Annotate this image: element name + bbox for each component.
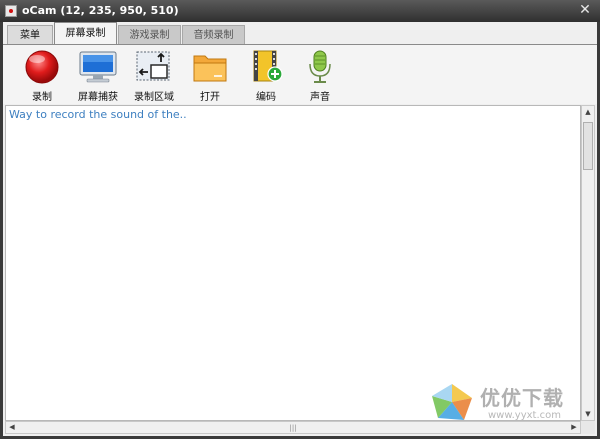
- scroll-down-icon[interactable]: ▼: [582, 408, 594, 420]
- open-label: 打开: [200, 92, 220, 103]
- screen-capture-label: 屏幕捕获: [78, 92, 118, 103]
- tab-game-record[interactable]: 游戏录制: [118, 25, 181, 44]
- toolbar: 录制 屏幕捕获 录制区域 打开 编码 声音: [3, 44, 597, 104]
- window-title: oCam (12, 235, 950, 510): [22, 4, 179, 17]
- sound-button[interactable]: 声音: [291, 48, 349, 103]
- log-text: Way to record the sound of the..: [9, 108, 187, 121]
- record-button[interactable]: 录制: [13, 48, 71, 103]
- watermark-logo-icon: [432, 384, 472, 420]
- tab-bar: 菜单 屏幕录制 游戏录制 音频录制: [5, 22, 595, 44]
- record-region-label: 录制区域: [134, 92, 174, 103]
- scroll-left-icon[interactable]: ◀: [6, 422, 18, 433]
- title-bar[interactable]: oCam (12, 235, 950, 510) ✕: [0, 0, 600, 22]
- scroll-thumb[interactable]: [583, 122, 593, 170]
- record-icon: [25, 50, 59, 84]
- app-icon: [5, 5, 17, 17]
- sound-label: 声音: [310, 92, 330, 103]
- codec-button[interactable]: 编码: [237, 48, 295, 103]
- monitor-icon: [79, 51, 117, 83]
- watermark-text: 优优下载: [480, 386, 564, 410]
- tab-audio-record[interactable]: 音频录制: [182, 25, 245, 44]
- window-body: 菜单 屏幕录制 游戏录制 音频录制 录制 屏幕捕获 录制区域 打开 编码 声音 …: [3, 22, 597, 436]
- scroll-grip-icon: |||: [289, 424, 297, 432]
- screen-capture-button[interactable]: 屏幕捕获: [69, 48, 127, 103]
- scroll-up-icon[interactable]: ▲: [582, 106, 594, 118]
- tab-menu[interactable]: 菜单: [7, 25, 53, 44]
- open-button[interactable]: 打开: [181, 48, 239, 103]
- app-window: oCam (12, 235, 950, 510) ✕ 菜单 屏幕录制 游戏录制 …: [0, 0, 600, 439]
- record-region-button[interactable]: 录制区域: [125, 48, 183, 103]
- film-add-icon: [253, 50, 283, 82]
- log-area[interactable]: Way to record the sound of the..: [5, 105, 581, 421]
- watermark-url: www.yyxt.com: [488, 410, 562, 421]
- vertical-scrollbar[interactable]: ▲ ▼: [581, 105, 595, 421]
- watermark: 优优下载 www.yyxt.com: [428, 378, 578, 426]
- resize-region-icon: [136, 51, 170, 81]
- record-label: 录制: [32, 92, 52, 103]
- close-button[interactable]: ✕: [576, 2, 594, 19]
- microphone-icon: [309, 50, 331, 83]
- scroll-corner: [581, 421, 595, 434]
- folder-icon: [193, 55, 227, 82]
- codec-label: 编码: [256, 92, 276, 103]
- tab-screen-record[interactable]: 屏幕录制: [54, 22, 117, 44]
